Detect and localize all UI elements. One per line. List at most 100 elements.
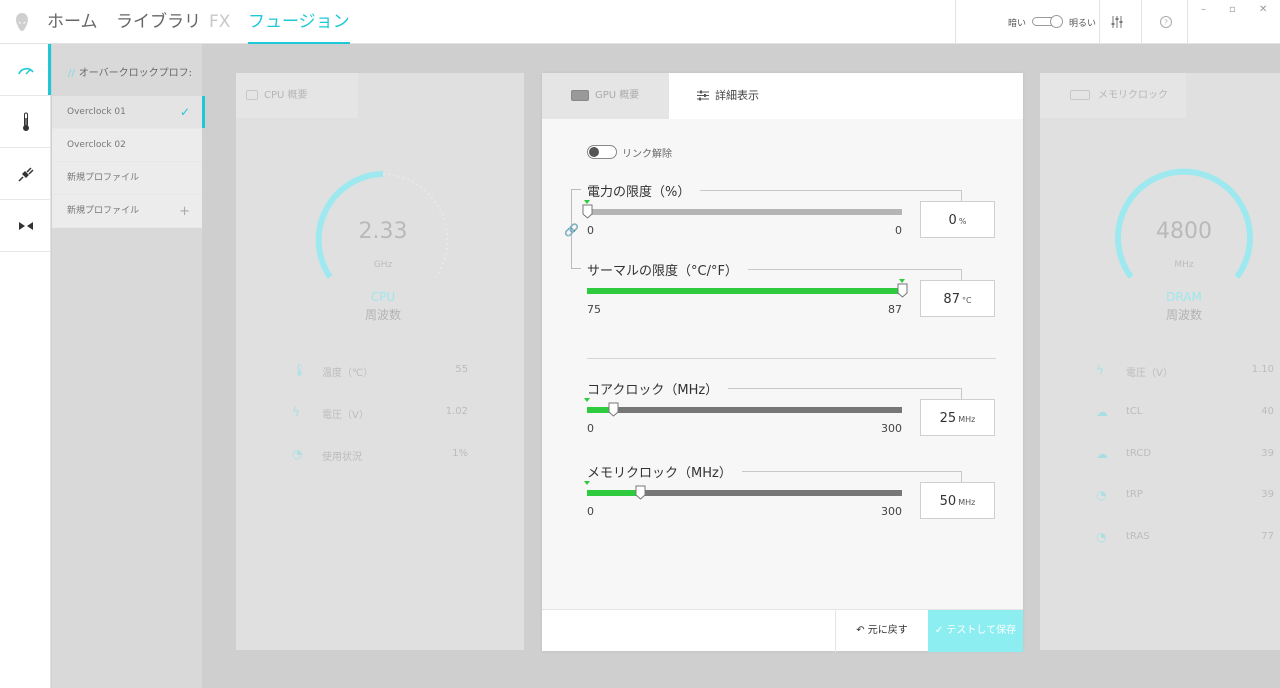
core-clock-value[interactable]: 25 MHz	[920, 399, 995, 436]
lightning-icon: ϟ	[1096, 363, 1104, 377]
profiles-title-text: オーバークロックプロフ:	[78, 68, 193, 79]
gpu-card-icon	[571, 90, 589, 101]
sliders-settings-icon[interactable]	[1109, 14, 1125, 30]
profile-label: 新規プロファイル	[67, 206, 140, 216]
left-icon-rail	[0, 44, 51, 688]
stat-label: tRCD	[1126, 448, 1152, 459]
detail-tab-label: 詳細表示	[715, 89, 759, 102]
slider-thumb[interactable]	[897, 283, 908, 298]
slider-thumb[interactable]	[582, 204, 593, 219]
test-and-save-button[interactable]: ✓ テストして保存	[928, 610, 1023, 652]
value-unit: MHz	[958, 498, 976, 507]
tab-library[interactable]: ライブラリ	[116, 0, 201, 44]
stat-label: tRAS	[1126, 531, 1150, 542]
profile-item-new-1[interactable]: 新規プロファイル	[52, 162, 202, 195]
profile-label: Overclock 02	[67, 140, 126, 150]
tab-memory-clock[interactable]: メモリクロック	[1040, 73, 1186, 118]
topbar-separator	[955, 0, 956, 44]
power-limit-value[interactable]: 0%	[920, 201, 995, 238]
slider-title: サーマルの限度（°C/°F）	[587, 260, 748, 279]
cpu-tab-label: CPU 概要	[264, 90, 308, 101]
theme-toggle-knob	[1050, 15, 1063, 28]
theme-toggle[interactable]	[1032, 15, 1063, 28]
slider-thumb[interactable]	[608, 402, 619, 417]
hibernate-icon	[18, 221, 33, 230]
stat-value: 1.02	[445, 406, 468, 417]
restore-icon[interactable]: ▫	[1229, 4, 1236, 15]
memory-stat-tras: ◔ tRAS 77	[1096, 528, 1274, 548]
slider-track[interactable]	[584, 481, 902, 500]
profile-item-overclock-02[interactable]: Overclock 02	[52, 129, 202, 162]
value-unit: %	[958, 217, 967, 226]
top-bar: ホーム ライブラリ FX フュージョン 暗い 明るい ? – ▫ ✕	[0, 0, 1280, 44]
theme-light-label: 明るい	[1069, 19, 1097, 29]
rail-item-thermal[interactable]	[0, 96, 51, 148]
panel-footer: ↶ 元に戻す ✓ テストして保存	[542, 609, 1023, 652]
unlink-toggle[interactable]	[587, 145, 617, 159]
stat-value: 39	[1261, 489, 1274, 500]
topbar-separator	[1187, 0, 1188, 44]
revert-label: 元に戻す	[867, 625, 908, 636]
gpu-tab-label: GPU 概要	[595, 90, 640, 101]
value-unit: °C	[961, 296, 972, 305]
memory-tab-label: メモリクロック	[1098, 90, 1168, 101]
cpu-stat-temperature: 🌡 温度（℃） 55	[292, 361, 468, 381]
rail-item-overclock[interactable]	[0, 44, 51, 96]
slider-fill	[587, 288, 902, 294]
stat-label: tCL	[1126, 406, 1143, 417]
gpu-detail-panel: GPU 概要 詳細表示 リンク解除 🔗 電力の限度（%） 0 0 0 % サーマ…	[542, 73, 1023, 652]
alienware-logo-icon[interactable]	[12, 12, 32, 32]
profile-list: //オーバークロックプロフ: Overclock 01 ✓ Overclock …	[52, 44, 205, 688]
chain-link-icon[interactable]: 🔗	[564, 223, 579, 237]
lightning-icon: ϟ	[292, 405, 300, 419]
gpu-panel-tabs: GPU 概要 詳細表示	[542, 73, 1023, 119]
tab-cpu-overview[interactable]: CPU 概要	[236, 73, 358, 118]
cpu-stat-voltage: ϟ 電圧（V） 1.02	[292, 403, 468, 423]
memory-stat-tcl: ☁ tCL 40	[1096, 403, 1274, 423]
profile-item-overclock-01[interactable]: Overclock 01 ✓	[52, 96, 205, 129]
stat-value: 39	[1261, 448, 1274, 459]
memory-clock-value[interactable]: 50 MHz	[920, 482, 995, 519]
stat-value: 1.10	[1251, 364, 1274, 375]
slider-thumb[interactable]	[635, 485, 646, 500]
check-icon: ✓	[179, 105, 190, 119]
close-icon[interactable]: ✕	[1259, 4, 1267, 15]
cpu-overview-panel: CPU 概要 2.33 GHz CPU 周波数 🌡 温度（℃） 55 ϟ 電圧（…	[236, 73, 524, 650]
slider-track[interactable]	[587, 279, 908, 298]
help-icon[interactable]: ?	[1158, 14, 1174, 30]
memory-stat-trcd: ☁ tRCD 39	[1096, 445, 1274, 465]
slider-min: 75	[587, 303, 601, 316]
profile-item-new-2[interactable]: 新規プロファイル +	[52, 195, 202, 228]
memory-gauge-unit: MHz	[1174, 260, 1194, 270]
rail-item-hibernate[interactable]	[0, 200, 51, 252]
tab-fx[interactable]: FX	[209, 0, 230, 44]
tab-fusion[interactable]: フュージョン	[248, 0, 350, 44]
stat-label: 電圧（V）	[322, 410, 369, 421]
stat-value: 40	[1261, 406, 1274, 417]
tab-gpu-overview[interactable]: GPU 概要	[542, 73, 669, 119]
minimize-icon[interactable]: –	[1201, 4, 1206, 15]
revert-button[interactable]: ↶ 元に戻す	[835, 610, 928, 652]
profiles-title: //オーバークロックプロフ:	[68, 64, 192, 79]
cpu-gauge: 2.33 GHz CPU 周波数	[308, 165, 458, 322]
sliders-icon	[697, 90, 709, 101]
slider-max: 300	[881, 422, 902, 435]
slider-track[interactable]	[584, 398, 902, 417]
slider-title: 電力の限度（%）	[587, 181, 701, 200]
add-profile-icon[interactable]: +	[179, 195, 190, 228]
slider-max: 87	[888, 303, 902, 316]
thermal-limit-value[interactable]: 87 °C	[920, 280, 995, 317]
rail-item-power[interactable]	[0, 148, 51, 200]
memory-gauge-sub: 周波数	[1165, 308, 1202, 322]
profile-label: 新規プロファイル	[67, 173, 140, 183]
tab-home[interactable]: ホーム	[47, 0, 98, 44]
svg-text:?: ?	[1164, 19, 1168, 27]
save-label: テストして保存	[946, 625, 1017, 636]
slider-max: 300	[881, 505, 902, 518]
stat-value: 1%	[452, 448, 468, 459]
undo-icon: ↶	[856, 625, 868, 636]
slider-track[interactable]	[582, 200, 902, 219]
unlink-toggle-knob	[589, 147, 599, 157]
section-divider	[587, 358, 996, 359]
tab-detail-view[interactable]: 詳細表示	[669, 73, 1023, 119]
